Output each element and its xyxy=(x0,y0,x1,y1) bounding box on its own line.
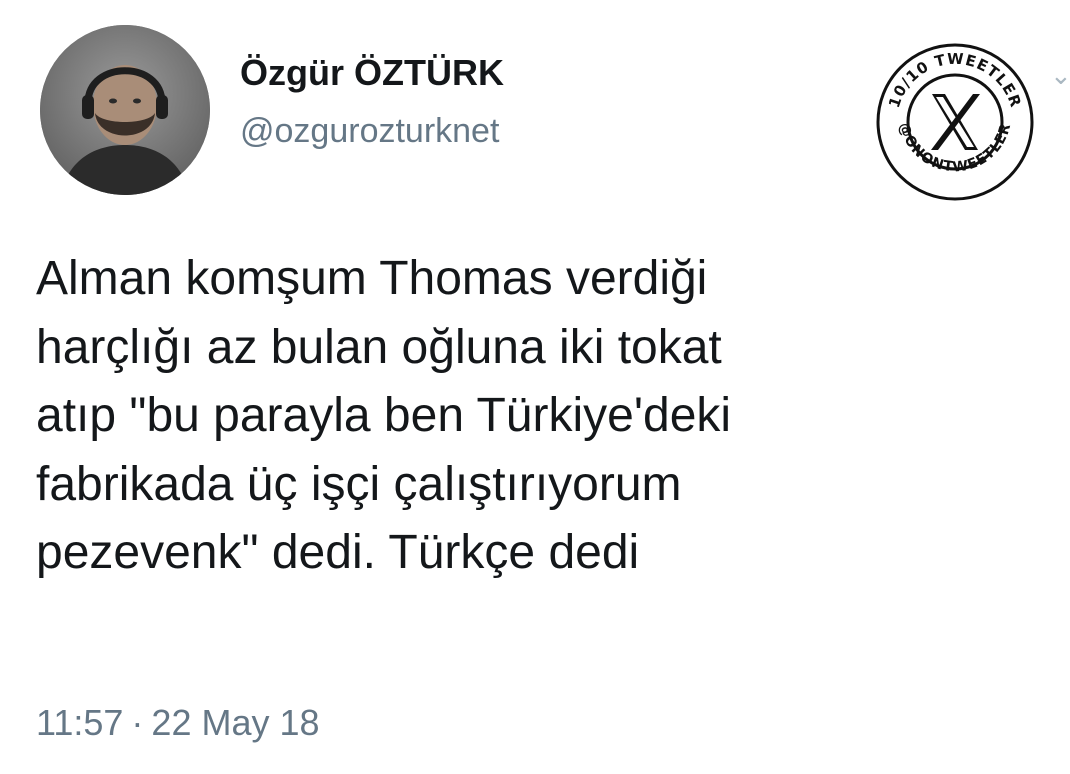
tweet-time: 11:57 xyxy=(36,702,124,743)
tweet-card: Özgür ÖZTÜRK @ozgurozturknet 10/10 TWEET… xyxy=(0,0,1070,774)
x-logo-badge-icon: 10/10 TWEETLER @ONONTWEETLER xyxy=(876,43,1034,201)
tweet-date: 22 May 18 xyxy=(151,702,320,743)
tweet-text-line: atıp "bu parayla ben Türkiye'deki xyxy=(36,389,732,442)
tweet-text-line: pezevenk" dedi. Türkçe dedi xyxy=(36,526,640,579)
avatar[interactable] xyxy=(40,25,210,195)
tweet-text-line: harçlığı az bulan oğluna iki tokat xyxy=(36,320,722,374)
tweet-text: Alman komşum Thomas verdiği harçlığı az … xyxy=(36,245,1046,588)
tweet-text-line: Alman komşum Thomas verdiği xyxy=(36,252,708,305)
author-display-name[interactable]: Özgür ÖZTÜRK xyxy=(240,52,504,94)
author-handle[interactable]: @ozgurozturknet xyxy=(240,112,499,151)
timestamp-separator: · xyxy=(131,702,144,743)
avatar-image xyxy=(40,25,210,195)
watermark-badge: 10/10 TWEETLER @ONONTWEETLER xyxy=(875,42,1035,202)
chevron-down-icon[interactable]: ⌄ xyxy=(1050,60,1070,90)
tweet-timestamp[interactable]: 11:57 · 22 May 18 xyxy=(36,702,320,744)
tweet-text-line: fabrikada üç işçi çalıştırıyorum xyxy=(36,457,682,511)
